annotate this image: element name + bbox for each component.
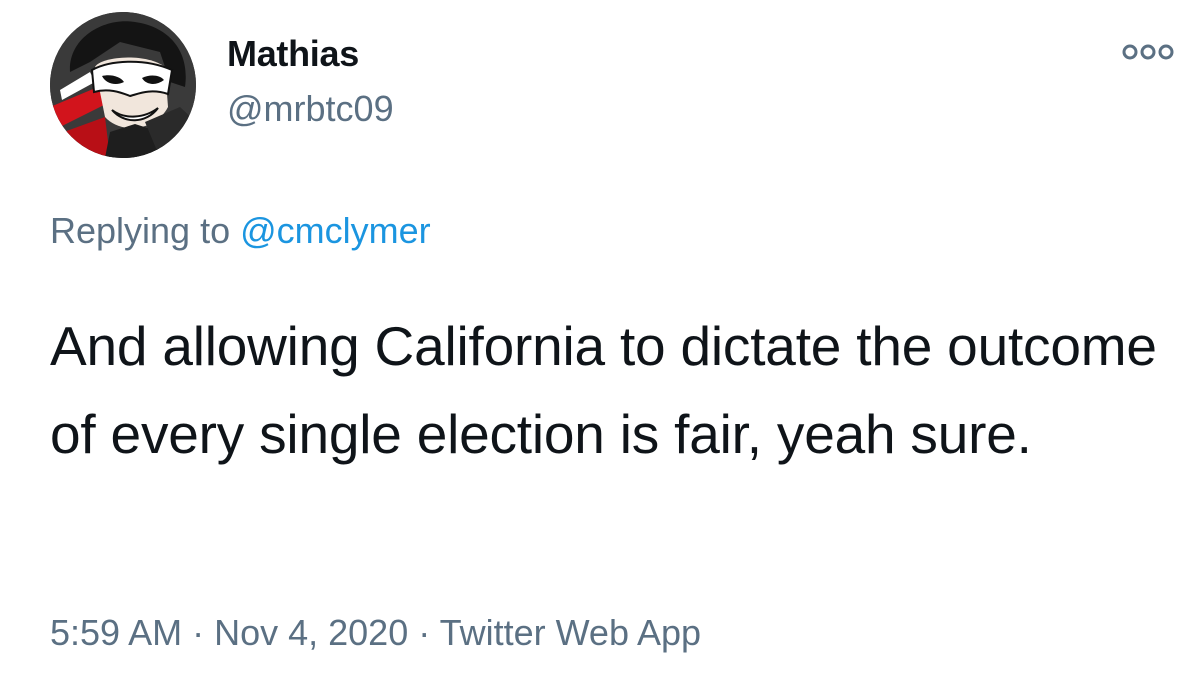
tweet-metadata: 5:59 AM · Nov 4, 2020 · Twitter Web App <box>50 612 701 654</box>
tweet-card: Mathias @mrbtc09 Replying to @cmclymer A… <box>0 0 1200 682</box>
meta-separator: · <box>182 612 215 653</box>
tweet-date[interactable]: Nov 4, 2020 <box>214 612 408 653</box>
meta-separator: · <box>408 612 440 653</box>
author-handle[interactable]: @mrbtc09 <box>227 88 394 130</box>
tweet-source-link[interactable]: Twitter Web App <box>440 612 701 653</box>
tweet-time[interactable]: 5:59 AM <box>50 612 182 653</box>
masked-character-avatar-icon <box>50 12 196 158</box>
more-options-icon <box>1122 44 1174 60</box>
replying-to-label: Replying to <box>50 210 241 251</box>
reply-mention-link[interactable]: @cmclymer <box>240 210 431 251</box>
author-display-name[interactable]: Mathias <box>227 33 359 75</box>
avatar[interactable] <box>50 12 196 158</box>
tweet-text: And allowing California to dictate the o… <box>50 315 1157 465</box>
replying-to: Replying to @cmclymer <box>50 210 431 252</box>
more-options-button[interactable] <box>1120 38 1176 66</box>
